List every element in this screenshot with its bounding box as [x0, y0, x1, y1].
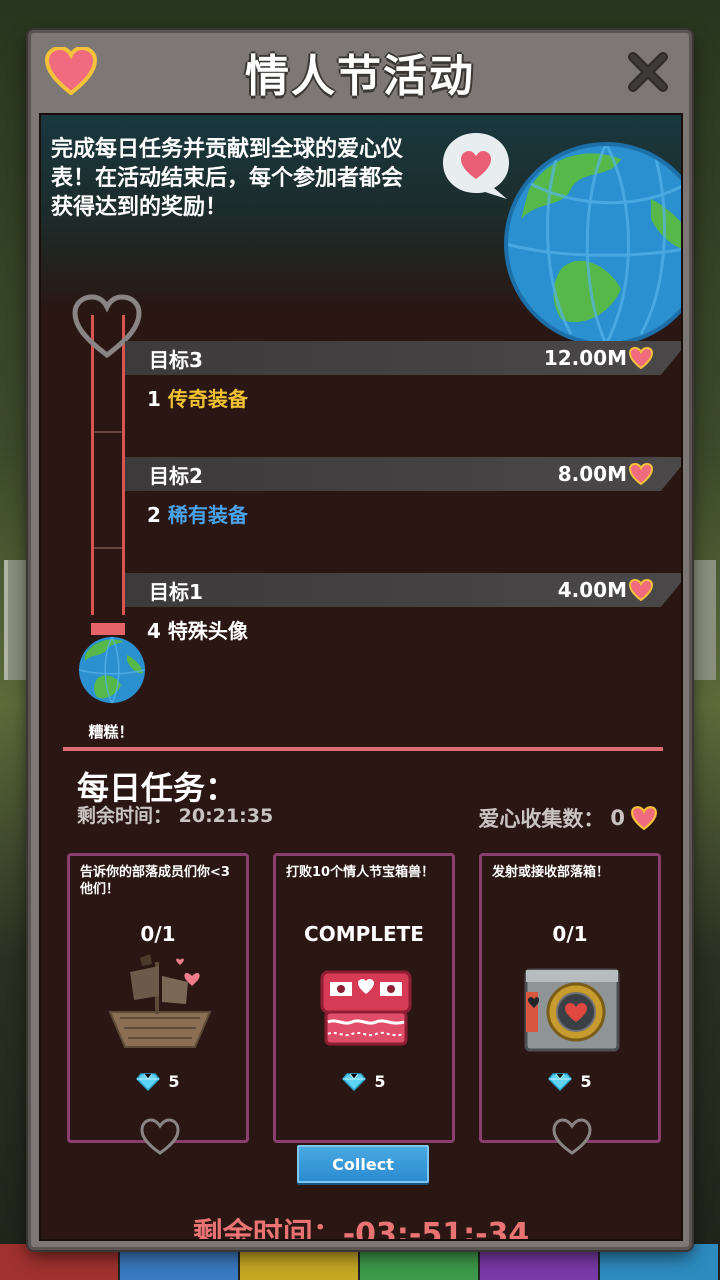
task-description: 发射或接收部落箱！: [492, 865, 610, 880]
globe-icon: [504, 142, 681, 346]
intro-section: 完成每日任务并贡献到全球的爱心仪表！在活动结束后，每个参加者都会获得达到的奖励！: [41, 115, 681, 346]
collect-button[interactable]: Collect: [297, 1145, 429, 1183]
valentine-chest-monster-icon: [320, 970, 412, 1046]
goal-value: 12.00M: [543, 346, 627, 370]
goal-bar-2: 目标2 8.00M: [125, 457, 681, 491]
goal-reward-2: 2 稀有装备: [147, 499, 248, 528]
goal-bar-1: 目标1 4.00M: [125, 573, 681, 607]
gem-icon: [548, 1072, 573, 1091]
task-progress: COMPLETE: [304, 922, 424, 946]
clan-box-icon: [524, 968, 620, 1052]
reward-count: 2: [147, 503, 161, 527]
hearts-collected-label: 爱心收集数：: [478, 807, 605, 831]
goal-bar-3: 目标3 12.00M: [125, 341, 681, 375]
background-pillar: [688, 560, 716, 680]
gem-icon: [136, 1072, 161, 1091]
task-card-3[interactable]: 发射或接收部落箱！ 0/1 5: [479, 853, 661, 1155]
task-reward: 5: [276, 1072, 452, 1091]
dialog-header: 情人节活动: [31, 33, 689, 111]
reward-label: 特殊头像: [167, 619, 248, 643]
dialog-content: 完成每日任务并贡献到全球的爱心仪表！在活动结束后，每个参加者都会获得达到的奖励！: [39, 113, 683, 1241]
task-reward: 5: [482, 1072, 658, 1091]
event-remaining-time: 剩余时间：-03:-51:-34: [192, 1217, 530, 1241]
small-globe-icon: [78, 636, 146, 704]
valentines-event-dialog: 情人节活动 完成每日任务并贡献到全球的爱心仪表！在活动结束后，每个参加者都会获得…: [28, 30, 692, 1250]
section-divider: [63, 747, 663, 751]
goal-value: 8.00M: [557, 462, 627, 486]
goal-reward-1: 4 特殊头像: [147, 615, 248, 644]
heart-icon: [629, 347, 653, 369]
reward-count: 4: [147, 619, 161, 643]
heart-icon: [631, 806, 657, 830]
task-card-2[interactable]: 打败10个情人节宝箱兽！ COMPLETE 5: [273, 853, 455, 1143]
goal-name: 目标2: [149, 463, 203, 488]
goal-value: 4.00M: [557, 578, 627, 602]
remaining-label: 剩余时间：: [77, 805, 173, 827]
intro-text: 完成每日任务并贡献到全球的爱心仪表！在活动结束后，每个参加者都会获得达到的奖励！: [51, 137, 404, 220]
close-button[interactable]: [625, 49, 671, 95]
task-description: 告诉你的部落成员们你<3他们！: [80, 865, 230, 897]
task-description: 打败10个情人节宝箱兽！: [286, 865, 435, 880]
remaining-time-value: 20:21:35: [178, 805, 274, 827]
task-progress: 0/1: [552, 922, 588, 946]
gem-reward-count: 5: [580, 1072, 592, 1091]
dialog-title: 情人节活动: [245, 51, 475, 102]
gem-reward-count: 5: [168, 1072, 180, 1091]
close-icon: [628, 52, 668, 92]
heart-icon: [629, 463, 653, 485]
gem-icon: [342, 1072, 367, 1091]
reward-label: 传奇装备: [167, 387, 248, 411]
heart-outline-icon: [552, 1118, 592, 1155]
meter-status-label: 糟糕！: [88, 723, 134, 741]
meter-fill: [91, 623, 125, 635]
reward-count: 1: [147, 387, 161, 411]
hearts-collected-count: 0: [610, 806, 625, 830]
heart-icon: [45, 47, 97, 95]
daily-remaining-time: 剩余时间： 20:21:35: [77, 801, 273, 828]
task-reward: 5: [70, 1072, 246, 1091]
goal-name: 目标3: [149, 347, 203, 372]
gem-reward-count: 5: [374, 1072, 386, 1091]
pirate-ship-icon: [108, 954, 212, 1048]
goal-reward-3: 1 传奇装备: [147, 383, 248, 412]
hearts-collected: 爱心收集数： 0: [478, 803, 657, 833]
task-progress: 0/1: [140, 922, 176, 946]
heart-outline-icon: [140, 1118, 180, 1155]
heart-icon: [629, 579, 653, 601]
task-card-1[interactable]: 告诉你的部落成员们你<3他们！ 0/1 5: [67, 853, 249, 1155]
reward-label: 稀有装备: [167, 503, 248, 527]
goal-name: 目标1: [149, 579, 203, 604]
